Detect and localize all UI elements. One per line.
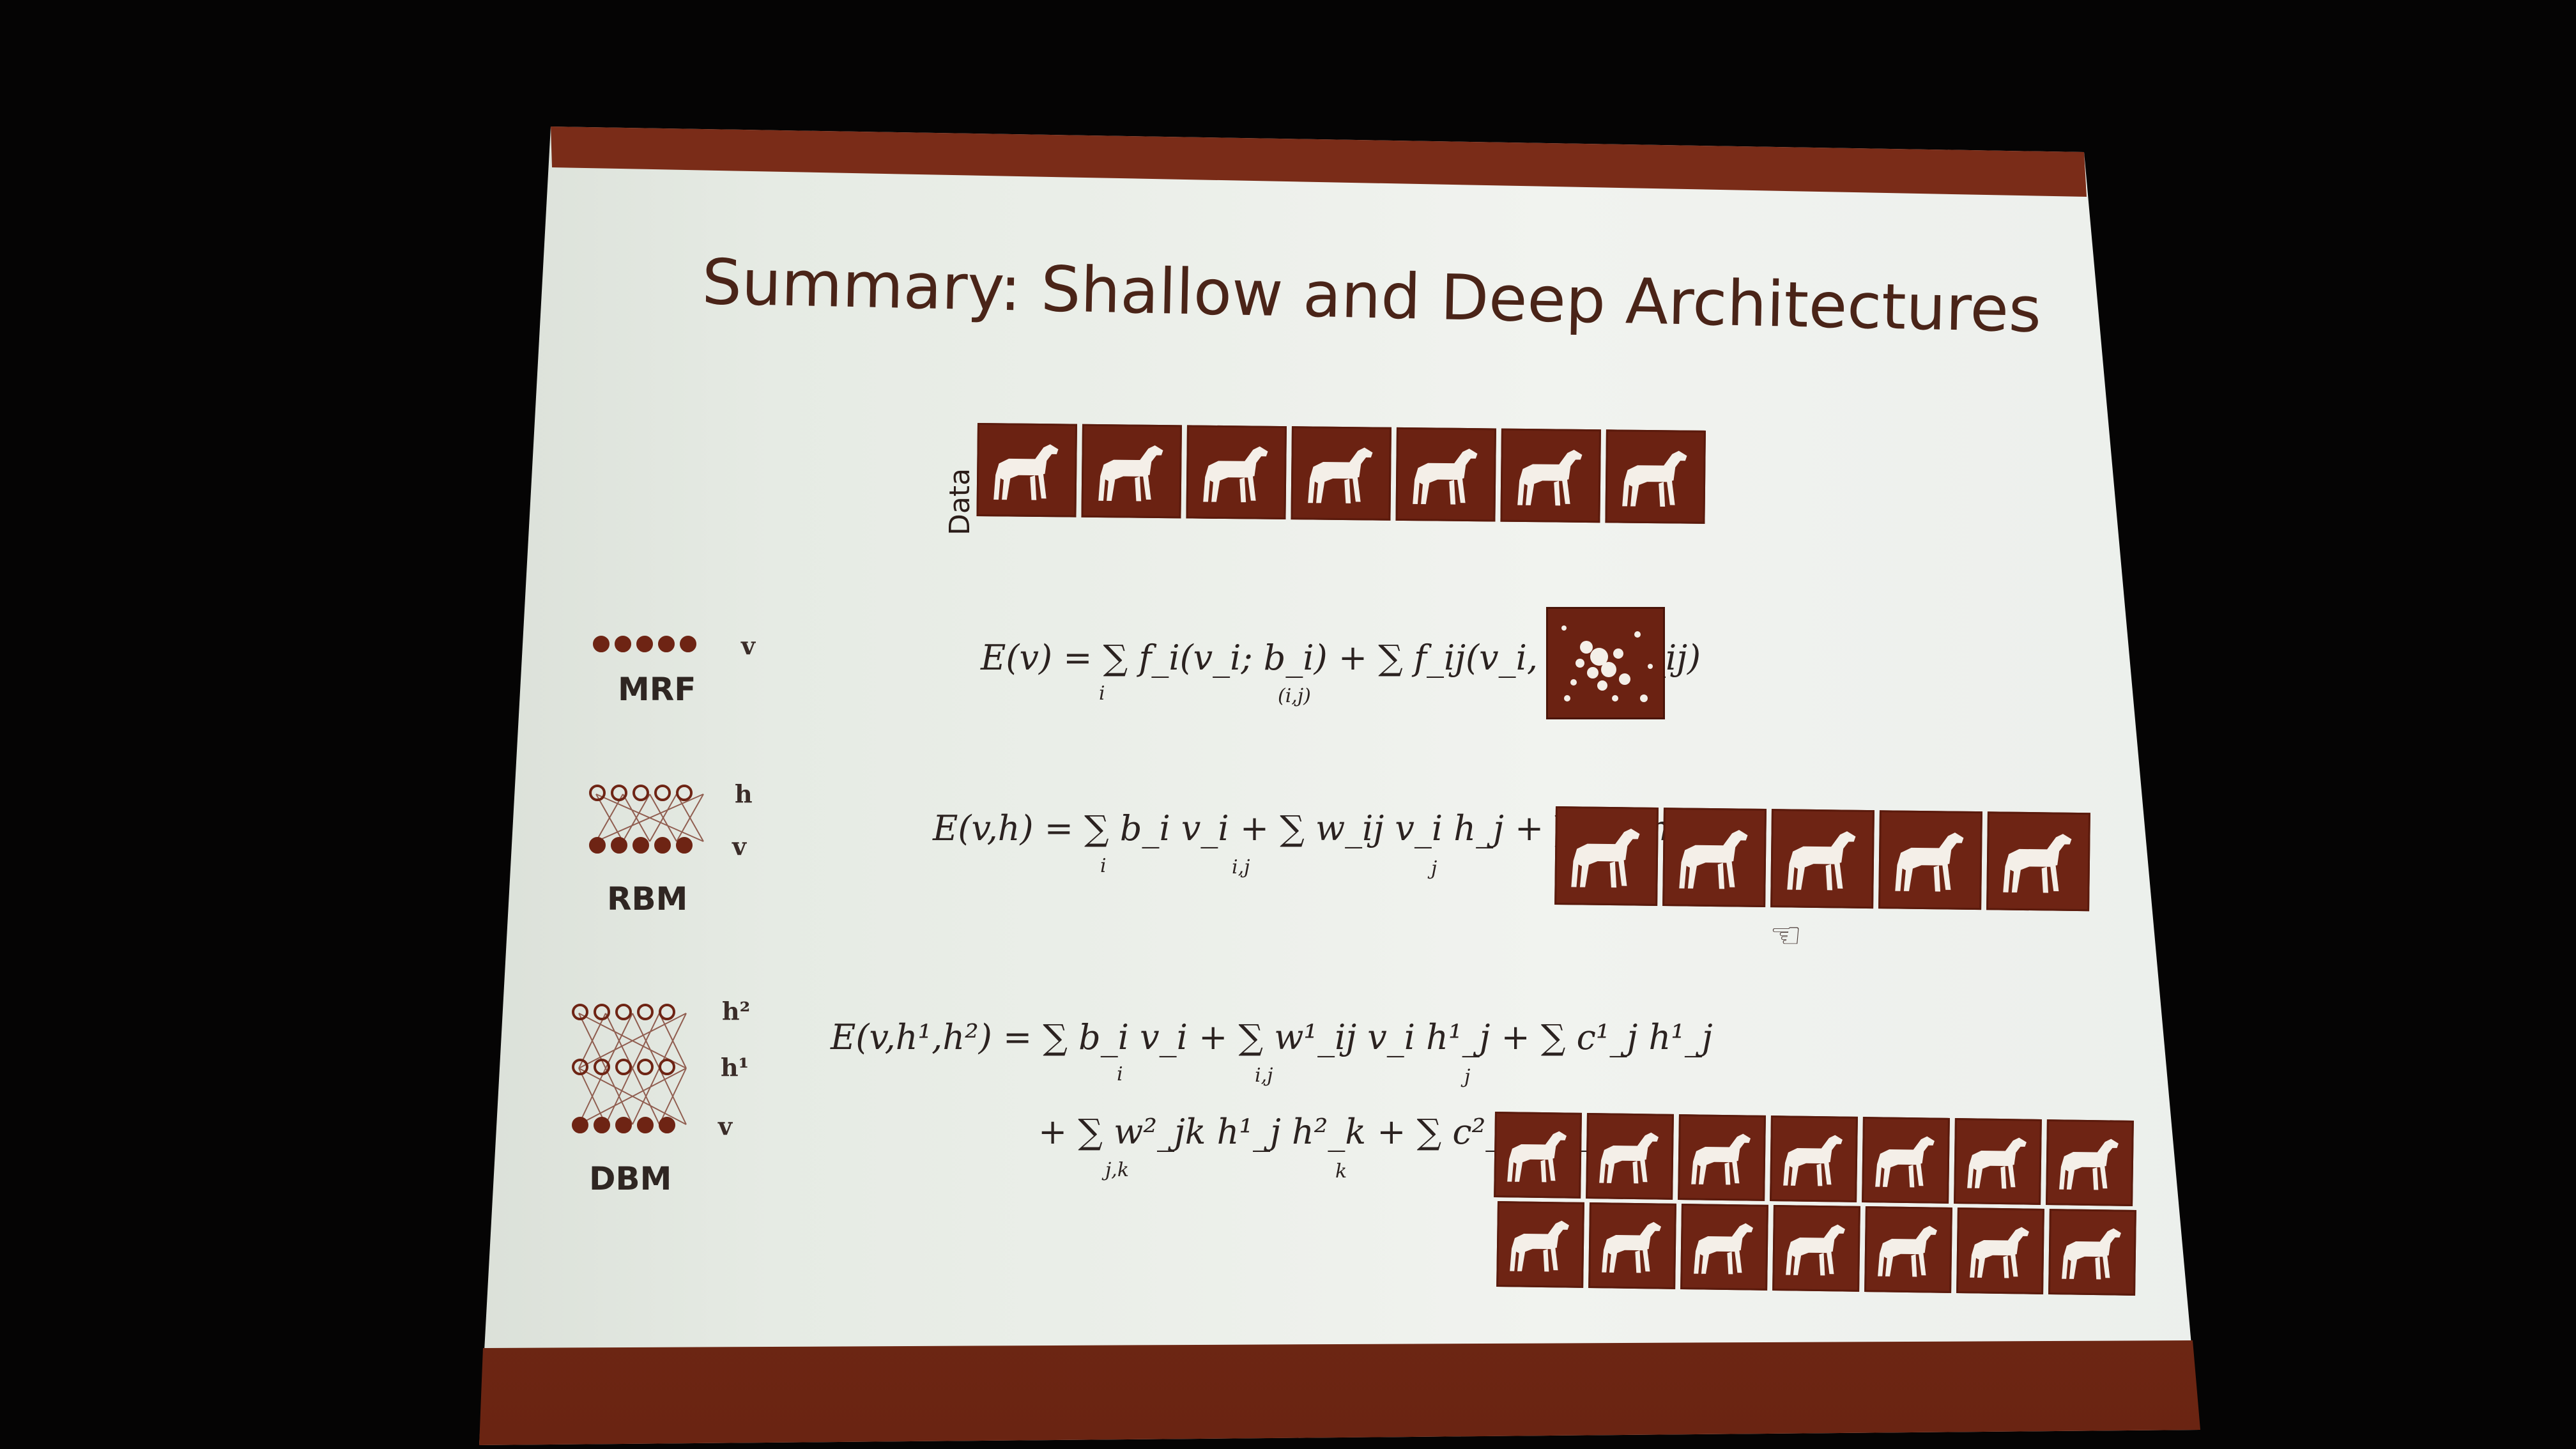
dbm-h1-layer bbox=[572, 1059, 675, 1075]
rbm-layer-label-h: h bbox=[735, 779, 753, 808]
horse-image-tile bbox=[1954, 1118, 2042, 1205]
horse-image-tile bbox=[1605, 429, 1706, 524]
mrf-sample-image bbox=[1546, 607, 1665, 719]
horse-image-tile bbox=[1554, 806, 1659, 906]
dbm-sum-index-ij: i,j bbox=[1255, 1064, 1273, 1087]
rbm-label: RBM bbox=[607, 880, 688, 917]
dbm-h2-node bbox=[615, 1004, 632, 1020]
mrf-sum-index-ij: (i,j) bbox=[1278, 685, 1311, 707]
rbm-hidden-layer bbox=[589, 785, 693, 801]
rbm-sum-index-i: i bbox=[1100, 855, 1107, 877]
dbm-label: DBM bbox=[589, 1160, 672, 1197]
dbm-layer-label-h1: h¹ bbox=[721, 1053, 749, 1082]
rbm-hidden-node bbox=[589, 785, 606, 801]
horse-image-tile bbox=[1186, 425, 1287, 520]
rbm-sum-index-ij: i,j bbox=[1232, 856, 1250, 878]
data-tiles-row bbox=[976, 423, 1706, 524]
dbm-layer-label-v: v bbox=[718, 1112, 733, 1140]
horse-image-tile bbox=[1588, 1202, 1676, 1289]
dbm-visible-node bbox=[572, 1117, 588, 1133]
dbm-sum-index-jk: j,k bbox=[1105, 1159, 1130, 1181]
dbm-h2-node bbox=[594, 1004, 610, 1020]
horse-image-tile bbox=[1494, 1112, 1582, 1199]
mrf-sum-index-i: i bbox=[1099, 682, 1105, 705]
dbm-h1-node bbox=[637, 1059, 654, 1075]
horse-image-tile bbox=[1864, 1206, 1952, 1293]
data-row-label: Data bbox=[944, 468, 977, 536]
horse-image-tile bbox=[1772, 1205, 1860, 1292]
horse-image-tile bbox=[1770, 1116, 1858, 1202]
dbm-visible-node bbox=[659, 1117, 675, 1133]
photo-scene: Summary: Shallow and Deep Architectures … bbox=[0, 0, 2576, 1449]
hand-cursor-icon: ☜ bbox=[1770, 915, 1802, 956]
dbm-visible-node bbox=[615, 1117, 632, 1133]
rbm-visible-node bbox=[632, 837, 649, 854]
dbm-h2-node bbox=[637, 1004, 654, 1020]
horse-image-tile bbox=[1986, 811, 2090, 912]
mrf-visible-layer bbox=[593, 636, 696, 652]
horse-image-tile bbox=[1081, 424, 1182, 519]
rbm-visible-node bbox=[676, 837, 693, 854]
mrf-node bbox=[658, 636, 675, 652]
horse-image-tile bbox=[1956, 1208, 2044, 1294]
dbm-visible-layer bbox=[572, 1117, 675, 1133]
horse-image-tile bbox=[2046, 1119, 2134, 1206]
horse-image-tile bbox=[1291, 426, 1392, 521]
dbm-sum-index-j: j bbox=[1464, 1066, 1471, 1088]
dbm-visible-node bbox=[637, 1117, 654, 1133]
mrf-node bbox=[615, 636, 631, 652]
dbm-sum-index-i: i bbox=[1117, 1063, 1123, 1085]
horse-image-tile bbox=[1862, 1117, 1950, 1204]
rbm-layer-label-v: v bbox=[732, 832, 747, 861]
horse-image-tile bbox=[1680, 1204, 1768, 1291]
horse-image-tile bbox=[1496, 1201, 1584, 1288]
horse-image-tile bbox=[1662, 808, 1767, 908]
rbm-visible-node bbox=[589, 837, 606, 854]
dbm-sample-tiles-row-1 bbox=[1494, 1112, 2134, 1206]
dbm-h1-node bbox=[594, 1059, 610, 1075]
dbm-energy-equation-line1: E(v,h¹,h²) = ∑ b_i v_i + ∑ w¹_ij v_i h¹_… bbox=[831, 1017, 1713, 1057]
horse-image-tile bbox=[2048, 1209, 2136, 1296]
mrf-label: MRF bbox=[618, 671, 696, 708]
dbm-visible-node bbox=[594, 1117, 610, 1133]
dbm-h2-layer bbox=[572, 1004, 675, 1020]
rbm-visible-layer bbox=[589, 837, 693, 854]
horse-image-tile bbox=[976, 423, 1077, 518]
horse-image-tile bbox=[1586, 1113, 1674, 1200]
mrf-layer-label-v: v bbox=[741, 631, 756, 660]
horse-image-tile bbox=[1770, 809, 1874, 909]
horse-image-tile bbox=[1678, 1114, 1766, 1201]
mrf-node bbox=[636, 636, 653, 652]
rbm-hidden-node bbox=[611, 785, 627, 801]
rbm-visible-node bbox=[611, 837, 627, 854]
dbm-h1-node bbox=[659, 1059, 675, 1075]
rbm-hidden-node bbox=[654, 785, 671, 801]
horse-image-tile bbox=[1878, 810, 1982, 910]
dbm-h1-node bbox=[615, 1059, 632, 1075]
rbm-sample-tiles bbox=[1554, 806, 2090, 912]
dbm-sample-tiles-row-2 bbox=[1496, 1201, 2136, 1296]
rbm-hidden-node bbox=[632, 785, 649, 801]
mrf-node bbox=[680, 636, 696, 652]
dbm-sum-index-k: k bbox=[1335, 1160, 1347, 1183]
rbm-hidden-node bbox=[676, 785, 693, 801]
rbm-visible-node bbox=[654, 837, 671, 854]
dbm-h2-node bbox=[572, 1004, 588, 1020]
dbm-layer-label-h2: h² bbox=[722, 997, 751, 1025]
horse-image-tile bbox=[1500, 428, 1601, 523]
horse-image-tile bbox=[1395, 427, 1496, 522]
mrf-node bbox=[593, 636, 610, 652]
dbm-h2-node bbox=[659, 1004, 675, 1020]
rbm-sum-index-j: j bbox=[1431, 857, 1438, 880]
projected-slide bbox=[479, 126, 2199, 1445]
dbm-h1-node bbox=[572, 1059, 588, 1075]
